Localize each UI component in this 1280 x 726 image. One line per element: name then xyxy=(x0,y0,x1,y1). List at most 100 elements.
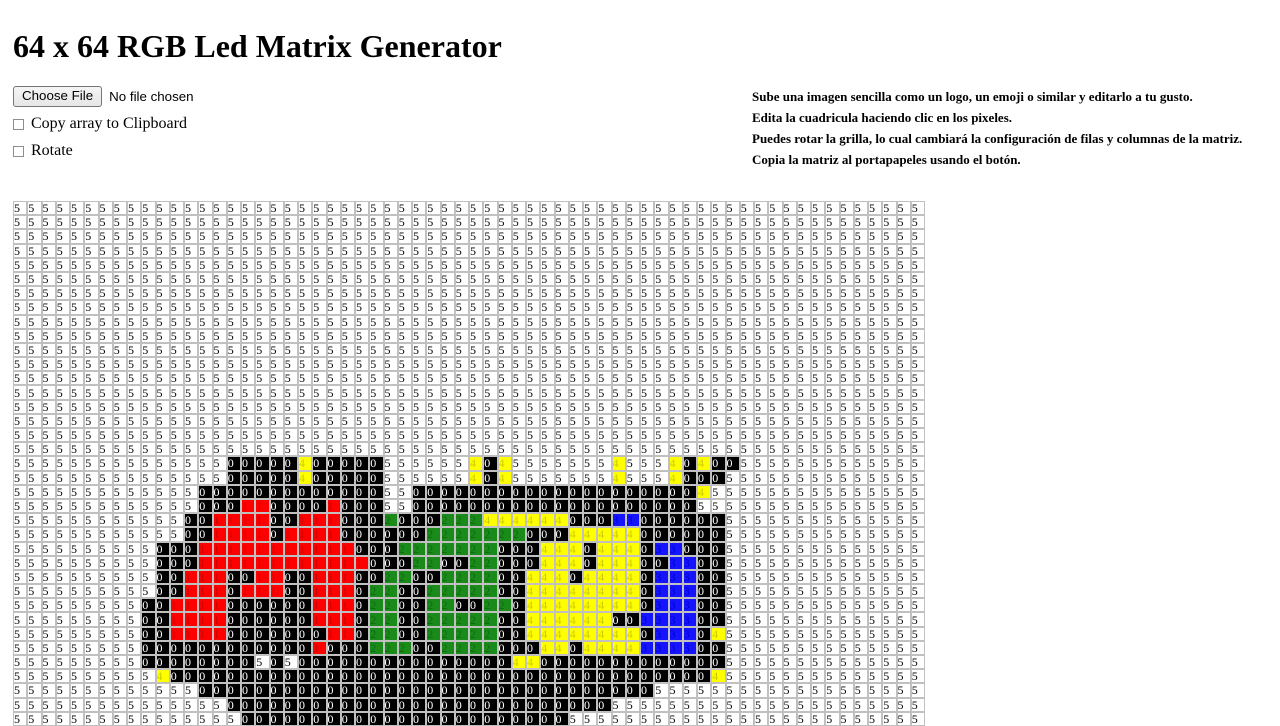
matrix-cell[interactable]: 5 xyxy=(112,697,127,712)
matrix-cell[interactable]: 5 xyxy=(868,229,883,244)
matrix-cell[interactable]: 1 xyxy=(255,555,270,570)
matrix-cell[interactable]: 5 xyxy=(882,215,897,230)
matrix-cell[interactable]: 5 xyxy=(497,215,512,230)
matrix-cell[interactable]: 4 xyxy=(568,626,583,641)
matrix-cell[interactable]: 5 xyxy=(70,314,85,329)
matrix-cell[interactable]: 5 xyxy=(754,442,769,457)
matrix-cell[interactable]: 0 xyxy=(355,655,370,670)
matrix-cell[interactable]: 5 xyxy=(497,413,512,428)
matrix-cell[interactable]: 5 xyxy=(768,357,783,372)
matrix-cell[interactable]: 5 xyxy=(882,612,897,627)
matrix-cell[interactable]: 5 xyxy=(184,697,199,712)
matrix-cell[interactable]: 5 xyxy=(483,243,498,258)
matrix-cell[interactable]: 1 xyxy=(340,584,355,599)
matrix-cell[interactable]: 5 xyxy=(369,257,384,272)
matrix-cell[interactable]: 5 xyxy=(70,428,85,443)
matrix-cell[interactable]: 5 xyxy=(497,201,512,216)
matrix-cell[interactable]: 5 xyxy=(283,399,298,414)
matrix-cell[interactable]: 5 xyxy=(169,442,184,457)
matrix-cell[interactable]: 5 xyxy=(796,640,811,655)
matrix-cell[interactable]: 5 xyxy=(768,300,783,315)
matrix-cell[interactable]: 5 xyxy=(127,640,142,655)
matrix-cell[interactable]: 4 xyxy=(540,598,555,613)
matrix-cell[interactable]: 0 xyxy=(255,640,270,655)
matrix-cell[interactable]: 4 xyxy=(526,626,541,641)
matrix-cell[interactable]: 5 xyxy=(526,357,541,372)
matrix-cell[interactable]: 5 xyxy=(910,655,925,670)
matrix-cell[interactable]: 4 xyxy=(469,470,484,485)
matrix-cell[interactable]: 0 xyxy=(155,598,170,613)
matrix-cell[interactable]: 5 xyxy=(668,215,683,230)
matrix-cell[interactable]: 5 xyxy=(454,328,469,343)
matrix-cell[interactable]: 5 xyxy=(554,201,569,216)
matrix-cell[interactable]: 0 xyxy=(711,527,726,542)
matrix-cell[interactable]: 5 xyxy=(739,598,754,613)
matrix-cell[interactable]: 5 xyxy=(782,711,797,726)
matrix-cell[interactable]: 5 xyxy=(682,413,697,428)
matrix-cell[interactable]: 5 xyxy=(896,413,911,428)
matrix-cell[interactable]: 5 xyxy=(198,385,213,400)
matrix-cell[interactable]: 5 xyxy=(84,683,99,698)
matrix-cell[interactable]: 5 xyxy=(241,257,256,272)
matrix-cell[interactable]: 0 xyxy=(540,683,555,698)
matrix-cell[interactable]: 0 xyxy=(540,655,555,670)
matrix-cell[interactable]: 5 xyxy=(725,442,740,457)
matrix-cell[interactable]: 5 xyxy=(511,271,526,287)
matrix-cell[interactable]: 0 xyxy=(682,527,697,542)
matrix-cell[interactable]: 5 xyxy=(383,271,398,287)
matrix-cell[interactable]: 0 xyxy=(412,527,427,542)
matrix-cell[interactable]: 0 xyxy=(255,669,270,684)
matrix-cell[interactable]: 5 xyxy=(369,201,384,216)
matrix-cell[interactable]: 5 xyxy=(868,385,883,400)
matrix-cell[interactable]: 5 xyxy=(540,413,555,428)
matrix-cell[interactable]: 5 xyxy=(540,300,555,315)
matrix-cell[interactable]: 0 xyxy=(426,697,441,712)
matrix-cell[interactable]: 0 xyxy=(583,555,598,570)
matrix-cell[interactable]: 5 xyxy=(725,314,740,329)
matrix-cell[interactable]: 5 xyxy=(269,243,284,258)
matrix-cell[interactable]: 5 xyxy=(141,328,156,343)
matrix-cell[interactable]: 5 xyxy=(739,243,754,258)
matrix-cell[interactable]: 5 xyxy=(184,271,199,287)
matrix-cell[interactable]: 0 xyxy=(155,640,170,655)
matrix-cell[interactable]: 5 xyxy=(112,413,127,428)
matrix-cell[interactable]: 5 xyxy=(668,385,683,400)
matrix-cell[interactable]: 5 xyxy=(298,385,313,400)
matrix-cell[interactable]: 5 xyxy=(55,243,70,258)
matrix-cell[interactable]: 5 xyxy=(298,314,313,329)
matrix-cell[interactable]: 5 xyxy=(682,697,697,712)
matrix-cell[interactable]: 5 xyxy=(70,385,85,400)
file-input-row[interactable]: Choose File No file chosen xyxy=(13,85,713,107)
matrix-cell[interactable]: 5 xyxy=(611,342,626,358)
matrix-cell[interactable]: 5 xyxy=(184,371,199,386)
matrix-cell[interactable]: 1 xyxy=(212,598,227,613)
matrix-cell[interactable]: 5 xyxy=(554,215,569,230)
matrix-cell[interactable]: 5 xyxy=(754,470,769,485)
matrix-cell[interactable]: 5 xyxy=(283,271,298,287)
matrix-cell[interactable]: 5 xyxy=(896,428,911,443)
matrix-cell[interactable]: 5 xyxy=(768,442,783,457)
matrix-cell[interactable]: 5 xyxy=(682,243,697,258)
matrix-cell[interactable]: 5 xyxy=(340,271,355,287)
matrix-cell[interactable]: 5 xyxy=(597,286,612,301)
matrix-cell[interactable]: 5 xyxy=(796,357,811,372)
matrix-cell[interactable]: 4 xyxy=(540,584,555,599)
matrix-cell[interactable]: 5 xyxy=(155,498,170,514)
matrix-cell[interactable]: 5 xyxy=(640,300,655,315)
matrix-cell[interactable]: 5 xyxy=(540,271,555,287)
matrix-cell[interactable]: 5 xyxy=(112,513,127,528)
matrix-cell[interactable]: 5 xyxy=(27,527,42,542)
matrix-cell[interactable]: 5 xyxy=(725,541,740,556)
matrix-cell[interactable]: 0 xyxy=(198,655,213,670)
matrix-cell[interactable]: 4 xyxy=(540,541,555,556)
matrix-cell[interactable]: 5 xyxy=(426,243,441,258)
matrix-cell[interactable]: 5 xyxy=(725,300,740,315)
matrix-cell[interactable]: 5 xyxy=(640,271,655,287)
matrix-cell[interactable]: 1 xyxy=(312,612,327,627)
matrix-cell[interactable]: 5 xyxy=(725,428,740,443)
matrix-cell[interactable]: 4 xyxy=(554,569,569,585)
matrix-cell[interactable]: 5 xyxy=(796,399,811,414)
matrix-cell[interactable]: 5 xyxy=(312,357,327,372)
matrix-cell[interactable]: 5 xyxy=(782,569,797,585)
matrix-cell[interactable]: 0 xyxy=(440,711,455,726)
